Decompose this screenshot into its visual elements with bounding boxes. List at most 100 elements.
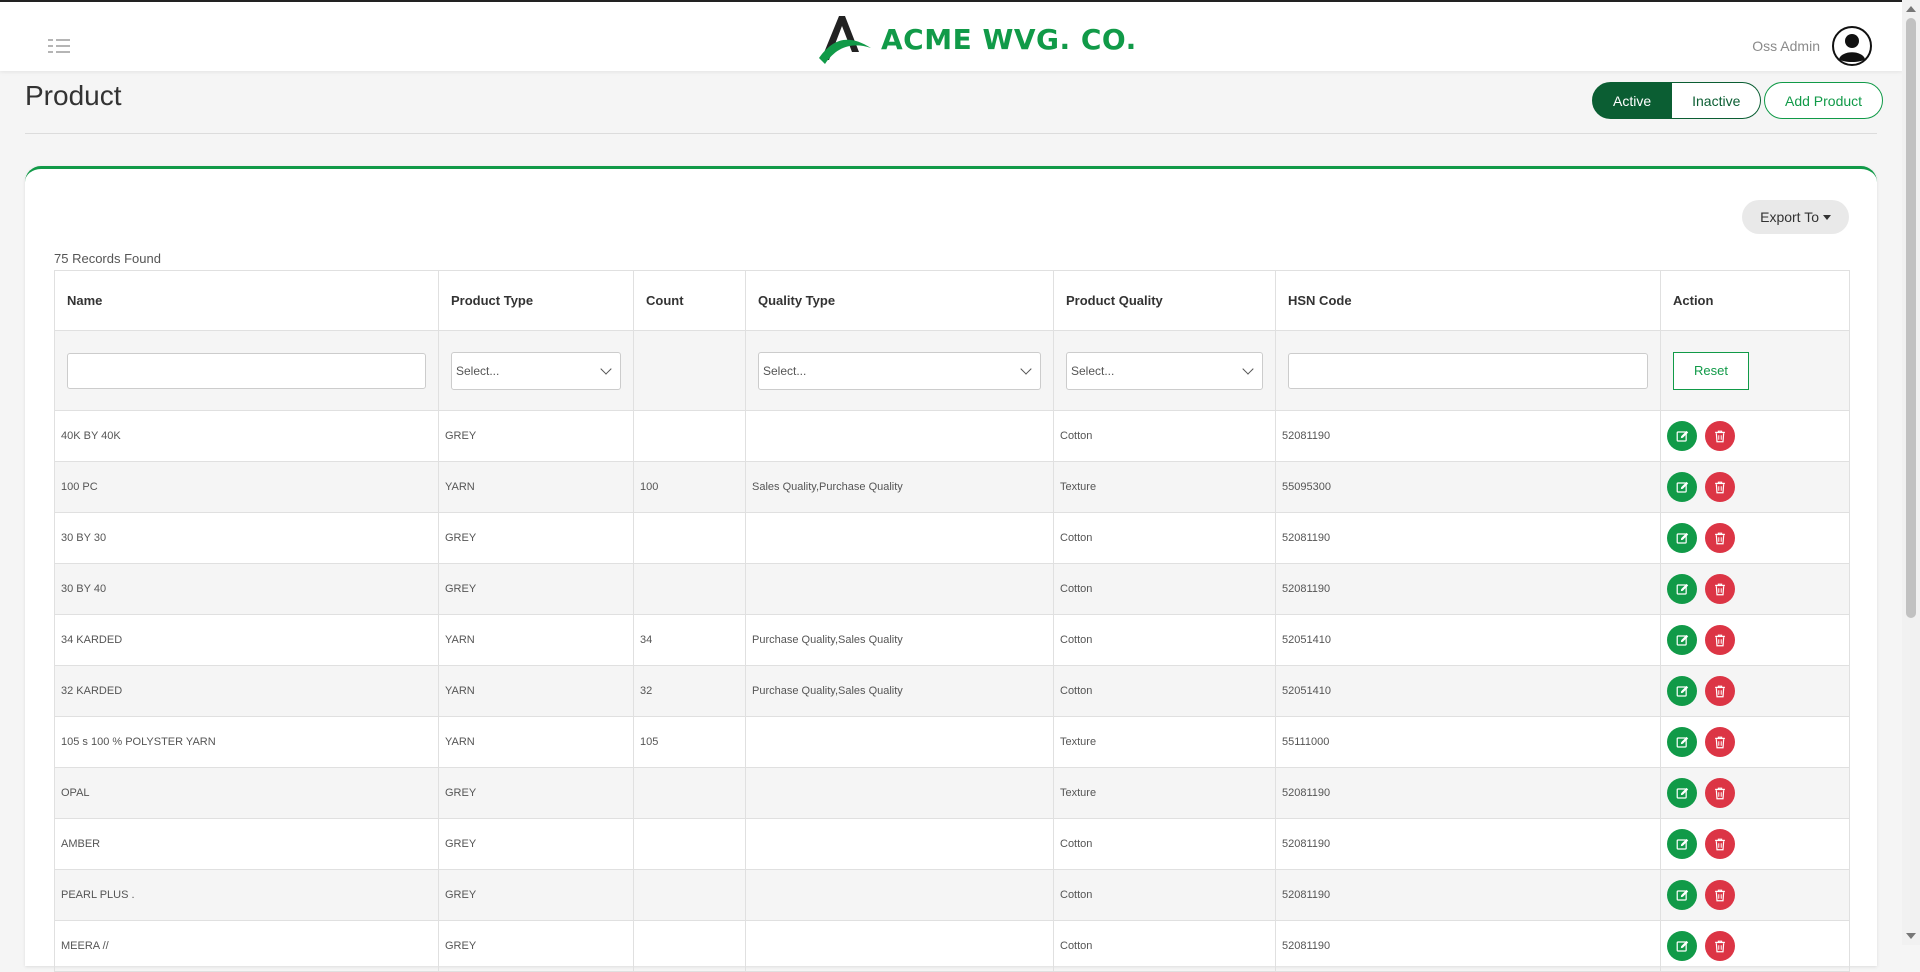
edit-icon[interactable] — [1667, 880, 1697, 910]
trash-icon[interactable] — [1705, 472, 1735, 502]
cell-hsn-code: 52081190 — [1275, 869, 1661, 921]
trash-icon[interactable] — [1705, 421, 1735, 451]
cell-quality-type — [745, 716, 1054, 768]
product-type-filter-select[interactable]: Select... — [451, 351, 621, 390]
trash-icon[interactable] — [1705, 931, 1735, 961]
cell-quality-type — [745, 818, 1054, 870]
product-quality-filter-select[interactable]: Select... — [1066, 351, 1263, 390]
cell-action — [1660, 869, 1850, 921]
page-scrollbar[interactable] — [1902, 0, 1920, 945]
cell-product-type: GREY — [438, 869, 634, 921]
edit-icon[interactable] — [1667, 472, 1697, 502]
cell-name: AMBER — [54, 818, 439, 870]
inactive-filter-button[interactable]: Inactive — [1672, 82, 1762, 119]
edit-icon[interactable] — [1667, 574, 1697, 604]
cell-count — [633, 767, 746, 819]
cell-product-type: YARN — [438, 665, 634, 717]
table-row: 32 KARDED YARN 32 Purchase Quality,Sales Qu… — [54, 665, 1850, 717]
cell-product-type: GREY — [438, 818, 634, 870]
column-header-name[interactable]: Name — [54, 270, 439, 331]
trash-icon[interactable] — [1705, 523, 1735, 553]
cell-hsn-code: 52081190 — [1275, 920, 1661, 972]
chevron-down-icon — [600, 362, 612, 375]
trash-icon[interactable] — [1705, 676, 1735, 706]
select-placeholder: Select... — [763, 363, 807, 378]
scroll-up-icon[interactable] — [1906, 6, 1916, 12]
cell-action — [1660, 665, 1850, 717]
cell-count — [633, 818, 746, 870]
cell-name: 100 PC — [54, 461, 439, 513]
cell-product-type: GREY — [438, 920, 634, 972]
quality-type-filter-select[interactable]: Select... — [758, 351, 1041, 390]
filter-cell-hsn-code — [1275, 330, 1661, 411]
brand-logo[interactable]: ACME WVG. CO. — [815, 12, 1137, 66]
row-actions — [1667, 472, 1843, 502]
trash-icon[interactable] — [1705, 625, 1735, 655]
cell-count — [633, 512, 746, 564]
export-to-button[interactable]: Export To — [1742, 200, 1849, 234]
edit-icon[interactable] — [1667, 676, 1697, 706]
row-actions — [1667, 676, 1843, 706]
filter-cell-product-type: Select... — [438, 330, 634, 411]
cell-product-type: GREY — [438, 563, 634, 615]
edit-icon[interactable] — [1667, 727, 1697, 757]
reset-button[interactable]: Reset — [1673, 351, 1749, 390]
table-row: 30 BY 30 GREY Cotton 52081190 — [54, 512, 1850, 564]
column-header-quality-type[interactable]: Quality Type — [745, 270, 1054, 331]
cell-quality-type: Sales Quality,Purchase Quality — [745, 461, 1054, 513]
active-filter-button[interactable]: Active — [1592, 82, 1673, 119]
trash-icon[interactable] — [1705, 829, 1735, 859]
cell-hsn-code: 52051410 — [1275, 665, 1661, 717]
cell-action — [1660, 767, 1850, 819]
trash-icon[interactable] — [1705, 778, 1735, 808]
cell-product-type: GREY — [438, 512, 634, 564]
cell-name: 40K BY 40K — [54, 410, 439, 462]
table-header-row: Name Product Type Count Quality Type Pro… — [54, 270, 1850, 331]
column-header-product-type[interactable]: Product Type — [438, 270, 634, 331]
table-row: 30 BY 40 GREY Cotton 52081190 — [54, 563, 1850, 615]
edit-icon[interactable] — [1667, 829, 1697, 859]
row-actions — [1667, 625, 1843, 655]
cell-name: 30 BY 30 — [54, 512, 439, 564]
name-filter-input[interactable] — [67, 352, 426, 389]
table-row: MEERA //GREY Cotton 52081190 — [54, 920, 1850, 972]
edit-icon[interactable] — [1667, 421, 1697, 451]
cell-product-quality: Texture — [1053, 767, 1276, 819]
add-product-button[interactable]: Add Product — [1764, 82, 1884, 119]
row-actions — [1667, 829, 1843, 859]
user-avatar-icon[interactable] — [1832, 26, 1872, 66]
cell-product-quality: Cotton — [1053, 563, 1276, 615]
cell-action — [1660, 818, 1850, 870]
trash-icon[interactable] — [1705, 574, 1735, 604]
edit-icon[interactable] — [1667, 778, 1697, 808]
cell-action — [1660, 410, 1850, 462]
trash-icon[interactable] — [1705, 880, 1735, 910]
scroll-thumb[interactable] — [1906, 18, 1916, 618]
filter-cell-quality-type: Select... — [745, 330, 1054, 411]
cell-hsn-code: 52051410 — [1275, 614, 1661, 666]
edit-icon[interactable] — [1667, 523, 1697, 553]
user-menu[interactable]: Oss Admin — [1752, 26, 1872, 66]
scroll-down-icon[interactable] — [1906, 933, 1916, 939]
cell-name: OPAL — [54, 767, 439, 819]
trash-icon[interactable] — [1705, 727, 1735, 757]
page-title: Product — [25, 80, 122, 111]
user-name: Oss Admin — [1752, 38, 1820, 54]
menu-toggle-icon[interactable] — [48, 38, 72, 54]
cell-quality-type — [745, 920, 1054, 972]
table-row: OPAL GREY Texture 52081190 — [54, 767, 1850, 819]
cell-action — [1660, 920, 1850, 972]
column-header-count[interactable]: Count — [633, 270, 746, 331]
edit-icon[interactable] — [1667, 931, 1697, 961]
row-actions — [1667, 778, 1843, 808]
cell-hsn-code: 52081190 — [1275, 767, 1661, 819]
column-header-action: Action — [1660, 270, 1850, 331]
brand-logo-icon — [819, 16, 871, 64]
column-header-hsn-code[interactable]: HSN Code — [1275, 270, 1661, 331]
cell-name: PEARL PLUS . — [54, 869, 439, 921]
table-row: 34 KARDED YARN 34 Purchase Quality,Sales Qu… — [54, 614, 1850, 666]
column-header-product-quality[interactable]: Product Quality — [1053, 270, 1276, 331]
hsn-code-filter-input[interactable] — [1288, 352, 1648, 389]
cell-action — [1660, 512, 1850, 564]
edit-icon[interactable] — [1667, 625, 1697, 655]
